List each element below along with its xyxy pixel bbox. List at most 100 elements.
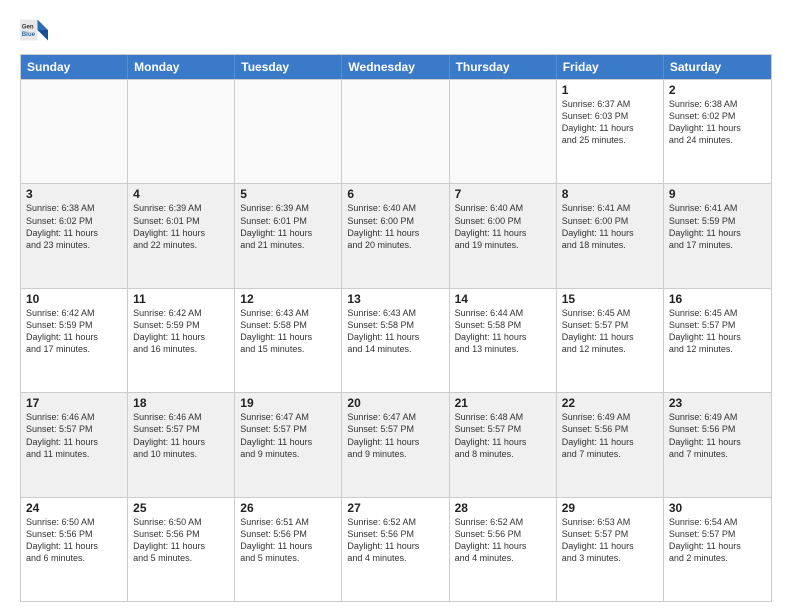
cal-cell <box>342 80 449 183</box>
header: Gen Blue <box>20 16 772 44</box>
cal-cell: 26Sunrise: 6:51 AM Sunset: 5:56 PM Dayli… <box>235 498 342 601</box>
cal-cell: 2Sunrise: 6:38 AM Sunset: 6:02 PM Daylig… <box>664 80 771 183</box>
cal-cell: 15Sunrise: 6:45 AM Sunset: 5:57 PM Dayli… <box>557 289 664 392</box>
cal-cell: 21Sunrise: 6:48 AM Sunset: 5:57 PM Dayli… <box>450 393 557 496</box>
cell-details: Sunrise: 6:42 AM Sunset: 5:59 PM Dayligh… <box>26 307 122 356</box>
cell-details: Sunrise: 6:48 AM Sunset: 5:57 PM Dayligh… <box>455 411 551 460</box>
cal-cell: 20Sunrise: 6:47 AM Sunset: 5:57 PM Dayli… <box>342 393 449 496</box>
day-number: 27 <box>347 501 443 515</box>
cal-cell: 10Sunrise: 6:42 AM Sunset: 5:59 PM Dayli… <box>21 289 128 392</box>
cal-cell <box>128 80 235 183</box>
day-number: 28 <box>455 501 551 515</box>
cal-cell: 12Sunrise: 6:43 AM Sunset: 5:58 PM Dayli… <box>235 289 342 392</box>
day-number: 6 <box>347 187 443 201</box>
cell-details: Sunrise: 6:47 AM Sunset: 5:57 PM Dayligh… <box>240 411 336 460</box>
cal-cell: 7Sunrise: 6:40 AM Sunset: 6:00 PM Daylig… <box>450 184 557 287</box>
cal-cell: 25Sunrise: 6:50 AM Sunset: 5:56 PM Dayli… <box>128 498 235 601</box>
day-number: 25 <box>133 501 229 515</box>
cell-details: Sunrise: 6:52 AM Sunset: 5:56 PM Dayligh… <box>455 516 551 565</box>
day-number: 18 <box>133 396 229 410</box>
day-number: 1 <box>562 83 658 97</box>
cell-details: Sunrise: 6:49 AM Sunset: 5:56 PM Dayligh… <box>562 411 658 460</box>
day-number: 21 <box>455 396 551 410</box>
day-number: 15 <box>562 292 658 306</box>
cal-cell: 6Sunrise: 6:40 AM Sunset: 6:00 PM Daylig… <box>342 184 449 287</box>
day-number: 2 <box>669 83 766 97</box>
cell-details: Sunrise: 6:47 AM Sunset: 5:57 PM Dayligh… <box>347 411 443 460</box>
calendar: SundayMondayTuesdayWednesdayThursdayFrid… <box>20 54 772 602</box>
cal-cell: 27Sunrise: 6:52 AM Sunset: 5:56 PM Dayli… <box>342 498 449 601</box>
day-number: 14 <box>455 292 551 306</box>
cal-cell: 9Sunrise: 6:41 AM Sunset: 5:59 PM Daylig… <box>664 184 771 287</box>
cal-cell <box>21 80 128 183</box>
cal-cell: 14Sunrise: 6:44 AM Sunset: 5:58 PM Dayli… <box>450 289 557 392</box>
cal-row-4: 24Sunrise: 6:50 AM Sunset: 5:56 PM Dayli… <box>21 497 771 601</box>
cell-details: Sunrise: 6:43 AM Sunset: 5:58 PM Dayligh… <box>347 307 443 356</box>
svg-text:Blue: Blue <box>22 31 36 38</box>
cal-row-0: 1Sunrise: 6:37 AM Sunset: 6:03 PM Daylig… <box>21 79 771 183</box>
cell-details: Sunrise: 6:50 AM Sunset: 5:56 PM Dayligh… <box>26 516 122 565</box>
day-number: 10 <box>26 292 122 306</box>
cal-cell: 24Sunrise: 6:50 AM Sunset: 5:56 PM Dayli… <box>21 498 128 601</box>
day-number: 19 <box>240 396 336 410</box>
cell-details: Sunrise: 6:41 AM Sunset: 5:59 PM Dayligh… <box>669 202 766 251</box>
page: Gen Blue SundayMondayTuesdayWednesdayThu… <box>0 0 792 612</box>
cell-details: Sunrise: 6:45 AM Sunset: 5:57 PM Dayligh… <box>669 307 766 356</box>
cell-details: Sunrise: 6:38 AM Sunset: 6:02 PM Dayligh… <box>26 202 122 251</box>
cell-details: Sunrise: 6:44 AM Sunset: 5:58 PM Dayligh… <box>455 307 551 356</box>
cell-details: Sunrise: 6:46 AM Sunset: 5:57 PM Dayligh… <box>133 411 229 460</box>
cal-row-3: 17Sunrise: 6:46 AM Sunset: 5:57 PM Dayli… <box>21 392 771 496</box>
header-day-sunday: Sunday <box>21 55 128 79</box>
cell-details: Sunrise: 6:46 AM Sunset: 5:57 PM Dayligh… <box>26 411 122 460</box>
cal-cell: 4Sunrise: 6:39 AM Sunset: 6:01 PM Daylig… <box>128 184 235 287</box>
day-number: 9 <box>669 187 766 201</box>
cell-details: Sunrise: 6:50 AM Sunset: 5:56 PM Dayligh… <box>133 516 229 565</box>
cell-details: Sunrise: 6:41 AM Sunset: 6:00 PM Dayligh… <box>562 202 658 251</box>
cal-cell: 28Sunrise: 6:52 AM Sunset: 5:56 PM Dayli… <box>450 498 557 601</box>
cal-cell <box>450 80 557 183</box>
cal-row-1: 3Sunrise: 6:38 AM Sunset: 6:02 PM Daylig… <box>21 183 771 287</box>
cal-cell: 19Sunrise: 6:47 AM Sunset: 5:57 PM Dayli… <box>235 393 342 496</box>
header-day-saturday: Saturday <box>664 55 771 79</box>
day-number: 5 <box>240 187 336 201</box>
day-number: 17 <box>26 396 122 410</box>
cal-cell <box>235 80 342 183</box>
cell-details: Sunrise: 6:40 AM Sunset: 6:00 PM Dayligh… <box>455 202 551 251</box>
header-day-thursday: Thursday <box>450 55 557 79</box>
day-number: 29 <box>562 501 658 515</box>
cell-details: Sunrise: 6:37 AM Sunset: 6:03 PM Dayligh… <box>562 98 658 147</box>
day-number: 16 <box>669 292 766 306</box>
cell-details: Sunrise: 6:42 AM Sunset: 5:59 PM Dayligh… <box>133 307 229 356</box>
day-number: 8 <box>562 187 658 201</box>
cal-cell: 22Sunrise: 6:49 AM Sunset: 5:56 PM Dayli… <box>557 393 664 496</box>
cal-cell: 8Sunrise: 6:41 AM Sunset: 6:00 PM Daylig… <box>557 184 664 287</box>
cell-details: Sunrise: 6:40 AM Sunset: 6:00 PM Dayligh… <box>347 202 443 251</box>
cell-details: Sunrise: 6:54 AM Sunset: 5:57 PM Dayligh… <box>669 516 766 565</box>
cell-details: Sunrise: 6:45 AM Sunset: 5:57 PM Dayligh… <box>562 307 658 356</box>
cal-cell: 13Sunrise: 6:43 AM Sunset: 5:58 PM Dayli… <box>342 289 449 392</box>
cell-details: Sunrise: 6:52 AM Sunset: 5:56 PM Dayligh… <box>347 516 443 565</box>
day-number: 13 <box>347 292 443 306</box>
cal-cell: 3Sunrise: 6:38 AM Sunset: 6:02 PM Daylig… <box>21 184 128 287</box>
day-number: 11 <box>133 292 229 306</box>
header-day-tuesday: Tuesday <box>235 55 342 79</box>
cal-row-2: 10Sunrise: 6:42 AM Sunset: 5:59 PM Dayli… <box>21 288 771 392</box>
cal-cell: 30Sunrise: 6:54 AM Sunset: 5:57 PM Dayli… <box>664 498 771 601</box>
cell-details: Sunrise: 6:51 AM Sunset: 5:56 PM Dayligh… <box>240 516 336 565</box>
day-number: 26 <box>240 501 336 515</box>
day-number: 30 <box>669 501 766 515</box>
header-day-wednesday: Wednesday <box>342 55 449 79</box>
cal-cell: 18Sunrise: 6:46 AM Sunset: 5:57 PM Dayli… <box>128 393 235 496</box>
cell-details: Sunrise: 6:39 AM Sunset: 6:01 PM Dayligh… <box>240 202 336 251</box>
cell-details: Sunrise: 6:43 AM Sunset: 5:58 PM Dayligh… <box>240 307 336 356</box>
cal-cell: 5Sunrise: 6:39 AM Sunset: 6:01 PM Daylig… <box>235 184 342 287</box>
cal-cell: 16Sunrise: 6:45 AM Sunset: 5:57 PM Dayli… <box>664 289 771 392</box>
cal-cell: 29Sunrise: 6:53 AM Sunset: 5:57 PM Dayli… <box>557 498 664 601</box>
calendar-header: SundayMondayTuesdayWednesdayThursdayFrid… <box>21 55 771 79</box>
day-number: 12 <box>240 292 336 306</box>
day-number: 23 <box>669 396 766 410</box>
cell-details: Sunrise: 6:38 AM Sunset: 6:02 PM Dayligh… <box>669 98 766 147</box>
cell-details: Sunrise: 6:53 AM Sunset: 5:57 PM Dayligh… <box>562 516 658 565</box>
cell-details: Sunrise: 6:49 AM Sunset: 5:56 PM Dayligh… <box>669 411 766 460</box>
day-number: 24 <box>26 501 122 515</box>
